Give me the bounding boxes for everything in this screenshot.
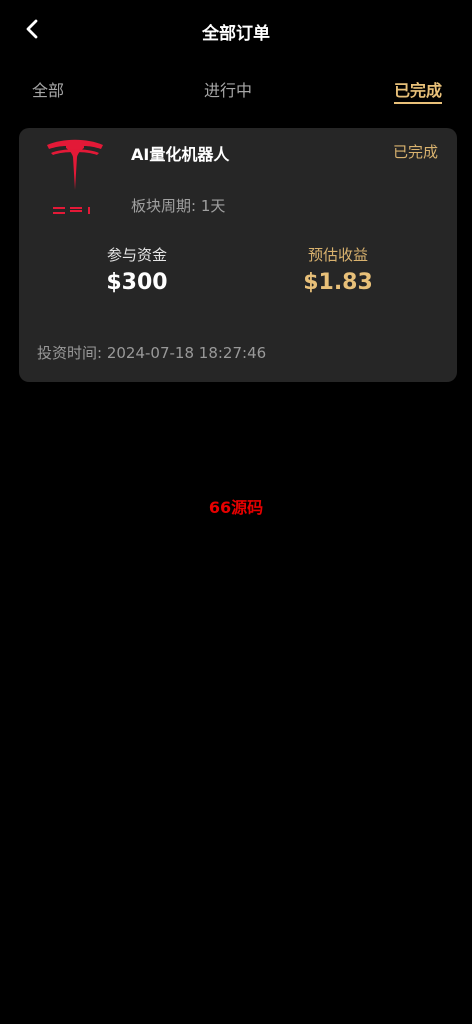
tab-bar: 全部 进行中 已完成 (0, 62, 472, 114)
tab-in-progress[interactable]: 进行中 (204, 77, 252, 101)
invest-time: 投资时间: 2024-07-18 18:27:46 (37, 342, 266, 363)
page-title: 全部订单 (202, 24, 270, 44)
order-card[interactable]: AI量化机器人 已完成 板块周期: 1天 参与资金 $300 预估收益 $1.8… (19, 128, 457, 382)
capital-label: 参与资金 (106, 246, 167, 264)
invest-time-value: 2024-07-18 18:27:46 (106, 344, 267, 362)
product-name: AI量化机器人 (131, 145, 230, 164)
period-text: 板块周期: 1天 (131, 197, 226, 215)
status-badge: 已完成 (392, 143, 438, 161)
earnings-label: 预估收益 (307, 246, 368, 264)
tesla-logo (45, 138, 105, 218)
header: 全部订单 (0, 0, 472, 62)
watermark-text: 66源码 (208, 498, 264, 517)
earnings-stat: 预估收益 $1.83 (253, 244, 423, 295)
capital-value: $300 (106, 270, 168, 295)
tab-all[interactable]: 全部 (32, 77, 64, 101)
tab-completed[interactable]: 已完成 (393, 77, 442, 104)
earnings-value: $1.83 (303, 270, 373, 295)
invest-time-label: 投资时间: (37, 344, 103, 362)
capital-stat: 参与资金 $300 (52, 244, 222, 295)
